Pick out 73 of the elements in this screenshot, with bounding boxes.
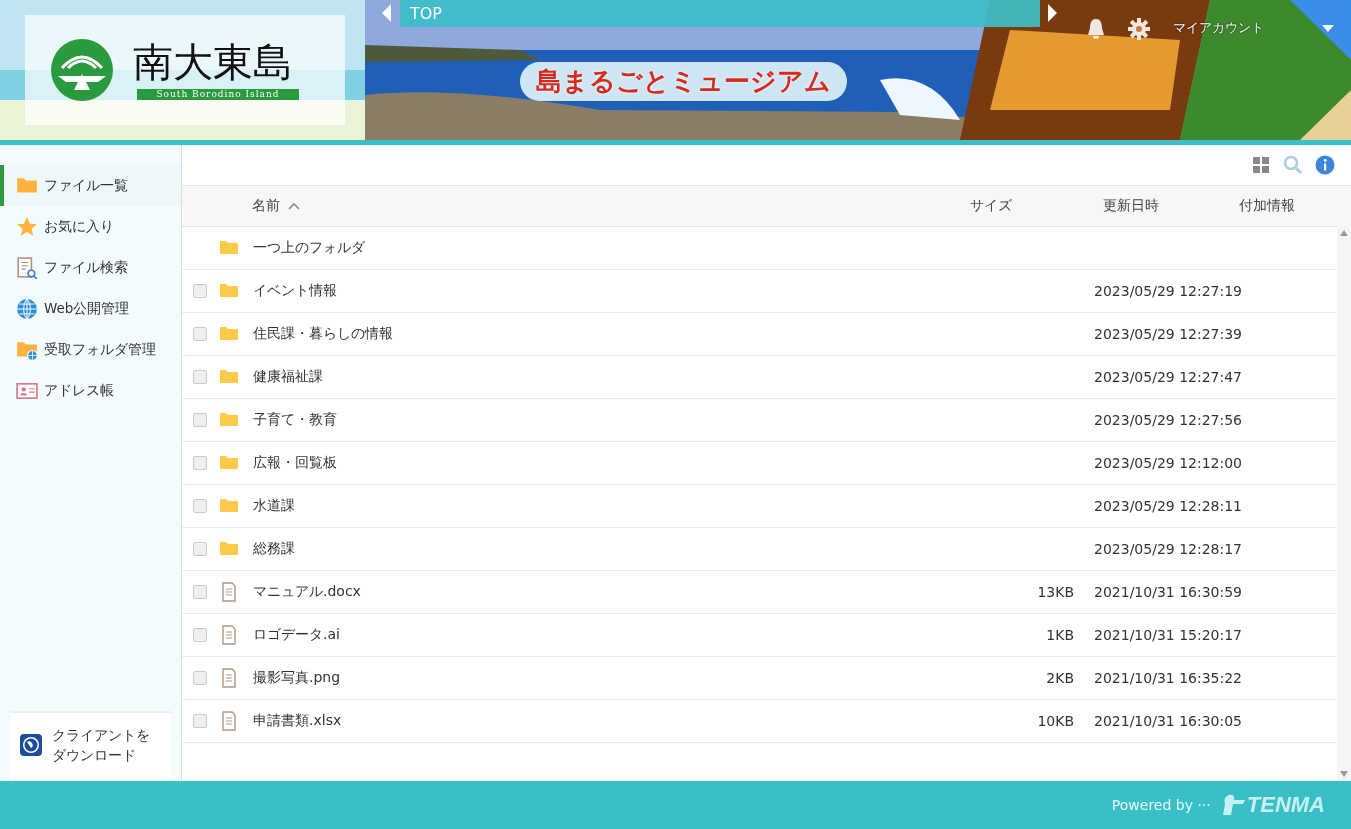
row-checkbox[interactable]: [193, 456, 207, 470]
modified-date: 2023/05/29 12:27:47: [1094, 369, 1243, 385]
scroll-up-icon[interactable]: [1340, 230, 1348, 236]
scrollbar[interactable]: [1337, 226, 1351, 781]
modified-date: 2023/05/29 12:28:11: [1094, 498, 1243, 514]
file-size: 10KB: [1037, 713, 1074, 729]
row-checkbox[interactable]: [193, 714, 207, 728]
modified-date: 2023/05/29 12:27:39: [1094, 326, 1243, 342]
row-checkbox[interactable]: [193, 284, 207, 298]
sidebar-item[interactable]: お気に入り: [0, 206, 181, 247]
row-checkbox[interactable]: [193, 671, 207, 685]
sidebar-item[interactable]: 受取フォルダ管理: [0, 329, 181, 370]
modified-date: 2023/05/29 12:28:17: [1094, 541, 1243, 557]
sidebar-item[interactable]: ファイル検索: [0, 247, 181, 288]
bell-icon[interactable]: [1086, 18, 1106, 40]
previous-arrow-icon[interactable]: [382, 4, 392, 22]
settings-icon[interactable]: [1128, 18, 1150, 40]
modified-date: 2021/10/31 16:30:59: [1094, 584, 1243, 600]
file-name[interactable]: 住民課・暮らしの情報: [253, 325, 393, 341]
powered-by-text: Powered by ···: [1111, 797, 1211, 813]
sidebar-item[interactable]: アドレス帳: [0, 370, 181, 411]
caret-icon[interactable]: [1322, 25, 1334, 33]
file-name[interactable]: 子育て・教育: [253, 411, 337, 427]
sidebar-item[interactable]: Web公開管理: [0, 288, 181, 329]
sidebar-item[interactable]: ファイル一覧: [0, 165, 181, 206]
column-header[interactable]: 名前: [252, 197, 280, 215]
next-arrow-icon[interactable]: [1047, 4, 1057, 22]
row-checkbox[interactable]: [193, 628, 207, 642]
modified-date: 2023/05/29 12:27:19: [1094, 283, 1243, 299]
file-name[interactable]: ロゴデータ.ai: [253, 626, 340, 642]
document-icon: [219, 711, 239, 731]
modified-date: 2021/10/31 16:35:22: [1094, 670, 1243, 686]
file-name[interactable]: 撮影写真.png: [253, 669, 341, 685]
account-menu[interactable]: マイアカウント: [1173, 19, 1264, 37]
document-icon: [219, 668, 239, 688]
file-name[interactable]: マニュアル.docx: [253, 583, 361, 599]
column-header[interactable]: サイズ: [970, 197, 1012, 213]
file-name[interactable]: 申請書類.xlsx: [253, 712, 342, 728]
row-checkbox[interactable]: [193, 370, 207, 384]
row-checkbox[interactable]: [193, 542, 207, 556]
document-icon: [219, 582, 239, 602]
document-search-icon: [16, 256, 38, 279]
brand-logo: TENMA: [1246, 792, 1325, 818]
file-size: 13KB: [1037, 584, 1074, 600]
banner-title: 島まるごとミュージアム: [520, 62, 847, 101]
column-header[interactable]: 付加情報: [1239, 197, 1295, 213]
logo-title: 南大東島: [133, 38, 293, 86]
row-checkbox[interactable]: [193, 585, 207, 599]
grid-view-icon[interactable]: [1251, 155, 1271, 175]
row-checkbox[interactable]: [193, 413, 207, 427]
column-header[interactable]: 更新日時: [1103, 197, 1159, 213]
logo-subtitle: South Borodino Island: [137, 89, 299, 100]
row-checkbox[interactable]: [193, 327, 207, 341]
row-checkbox[interactable]: [193, 499, 207, 513]
info-icon[interactable]: [1315, 155, 1335, 175]
sort-ascending-icon[interactable]: [288, 202, 300, 210]
emblem-icon: [50, 38, 114, 102]
scroll-down-icon[interactable]: [1340, 771, 1348, 777]
document-icon: [219, 625, 239, 645]
modified-date: 2023/05/29 12:12:00: [1094, 455, 1243, 471]
file-size: 2KB: [1046, 670, 1074, 686]
search-icon[interactable]: [1283, 155, 1303, 175]
file-name[interactable]: 水道課: [253, 497, 295, 513]
file-size: 1KB: [1046, 627, 1074, 643]
modified-date: 2021/10/31 16:30:05: [1094, 713, 1243, 729]
modified-date: 2021/10/31 15:20:17: [1094, 627, 1243, 643]
star-icon: [16, 215, 38, 238]
file-name[interactable]: 健康福祉課: [253, 368, 323, 384]
modified-date: 2023/05/29 12:27:56: [1094, 412, 1243, 428]
file-name[interactable]: 一つ上のフォルダ: [253, 239, 365, 255]
file-name[interactable]: 広報・回覧板: [253, 454, 337, 470]
file-name[interactable]: イベント情報: [253, 282, 337, 298]
file-name[interactable]: 総務課: [253, 540, 295, 556]
